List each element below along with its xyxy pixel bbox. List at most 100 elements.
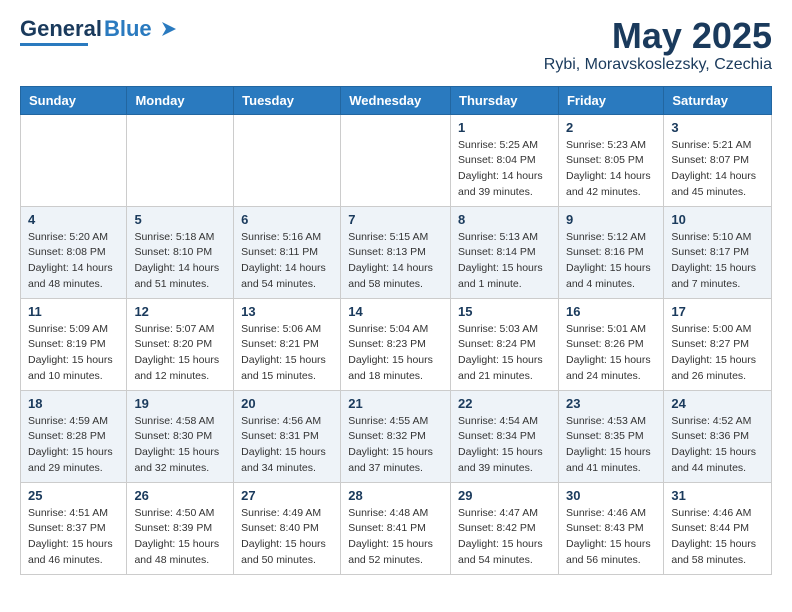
day-number: 31	[671, 488, 764, 503]
day-number: 30	[566, 488, 656, 503]
day-info: Sunrise: 4:48 AMSunset: 8:41 PMDaylight:…	[348, 506, 443, 569]
logo-bird-icon	[156, 18, 178, 40]
day-number: 9	[566, 212, 656, 227]
table-row: 25 Sunrise: 4:51 AMSunset: 8:37 PMDayligh…	[21, 482, 127, 574]
day-info: Sunrise: 5:06 AMSunset: 8:21 PMDaylight:…	[241, 322, 333, 385]
table-row: 6Sunrise: 5:16 AMSunset: 8:11 PMDaylight…	[234, 206, 341, 298]
day-info: Sunrise: 5:10 AMSunset: 8:17 PMDaylight:…	[671, 230, 764, 293]
day-info: Sunrise: 4:47 AMSunset: 8:42 PMDaylight:…	[458, 506, 551, 569]
table-row: 2 Sunrise: 5:23 AMSunset: 8:05 PMDaylight…	[558, 114, 663, 206]
day-info: Sunrise: 4:54 AMSunset: 8:34 PMDaylight:…	[458, 414, 551, 477]
table-row: 30 Sunrise: 4:46 AMSunset: 8:43 PMDayligh…	[558, 482, 663, 574]
logo-blue-text: Blue	[104, 16, 152, 42]
day-number: 16	[566, 304, 656, 319]
table-row	[234, 114, 341, 206]
table-row: 23 Sunrise: 4:53 AMSunset: 8:35 PMDayligh…	[558, 390, 663, 482]
table-row: 3Sunrise: 5:21 AMSunset: 8:07 PMDaylight…	[664, 114, 772, 206]
table-row: 15Sunrise: 5:03 AMSunset: 8:24 PMDayligh…	[451, 298, 559, 390]
day-info: Sunrise: 5:13 AMSunset: 8:14 PMDaylight:…	[458, 230, 551, 293]
table-row: 24Sunrise: 4:52 AMSunset: 8:36 PMDayligh…	[664, 390, 772, 482]
day-number: 6	[241, 212, 333, 227]
day-number: 27	[241, 488, 333, 503]
calendar-title: May 2025	[544, 16, 772, 56]
table-row: 13 Sunrise: 5:06 AMSunset: 8:21 PMDayligh…	[234, 298, 341, 390]
day-info: Sunrise: 5:25 AMSunset: 8:04 PMDaylight:…	[458, 138, 551, 201]
col-friday: Friday	[558, 86, 663, 114]
calendar-week-row: 18 Sunrise: 4:59 AMSunset: 8:28 PMDayligh…	[21, 390, 772, 482]
day-info: Sunrise: 5:04 AMSunset: 8:23 PMDaylight:…	[348, 322, 443, 385]
day-info: Sunrise: 5:12 AMSunset: 8:16 PMDaylight:…	[566, 230, 656, 293]
table-row: 19 Sunrise: 4:58 AMSunset: 8:30 PMDayligh…	[127, 390, 234, 482]
table-row: 27 Sunrise: 4:49 AMSunset: 8:40 PMDayligh…	[234, 482, 341, 574]
table-row: 12Sunrise: 5:07 AMSunset: 8:20 PMDayligh…	[127, 298, 234, 390]
day-info: Sunrise: 5:21 AMSunset: 8:07 PMDaylight:…	[671, 138, 764, 201]
table-row: 4Sunrise: 5:20 AMSunset: 8:08 PMDaylight…	[21, 206, 127, 298]
table-row: 9 Sunrise: 5:12 AMSunset: 8:16 PMDaylight…	[558, 206, 663, 298]
day-info: Sunrise: 5:09 AMSunset: 8:19 PMDaylight:…	[28, 322, 119, 385]
calendar-week-row: 25 Sunrise: 4:51 AMSunset: 8:37 PMDayligh…	[21, 482, 772, 574]
day-info: Sunrise: 4:53 AMSunset: 8:35 PMDaylight:…	[566, 414, 656, 477]
day-number: 13	[241, 304, 333, 319]
col-saturday: Saturday	[664, 86, 772, 114]
calendar-table: Sunday Monday Tuesday Wednesday Thursday…	[20, 86, 772, 575]
day-number: 25	[28, 488, 119, 503]
day-info: Sunrise: 5:01 AMSunset: 8:26 PMDaylight:…	[566, 322, 656, 385]
col-tuesday: Tuesday	[234, 86, 341, 114]
day-info: Sunrise: 5:18 AMSunset: 8:10 PMDaylight:…	[134, 230, 226, 293]
page: General Blue May 2025 Rybi, Moravskoslez…	[0, 0, 792, 591]
day-number: 19	[134, 396, 226, 411]
col-monday: Monday	[127, 86, 234, 114]
day-info: Sunrise: 5:03 AMSunset: 8:24 PMDaylight:…	[458, 322, 551, 385]
day-number: 18	[28, 396, 119, 411]
logo-underline	[20, 43, 88, 46]
day-number: 24	[671, 396, 764, 411]
table-row: 11 Sunrise: 5:09 AMSunset: 8:19 PMDayligh…	[21, 298, 127, 390]
table-row: 5 Sunrise: 5:18 AMSunset: 8:10 PMDaylight…	[127, 206, 234, 298]
calendar-week-row: 11 Sunrise: 5:09 AMSunset: 8:19 PMDayligh…	[21, 298, 772, 390]
table-row: 26Sunrise: 4:50 AMSunset: 8:39 PMDayligh…	[127, 482, 234, 574]
day-number: 23	[566, 396, 656, 411]
day-info: Sunrise: 4:58 AMSunset: 8:30 PMDaylight:…	[134, 414, 226, 477]
table-row: 28Sunrise: 4:48 AMSunset: 8:41 PMDayligh…	[341, 482, 451, 574]
calendar-header-row: Sunday Monday Tuesday Wednesday Thursday…	[21, 86, 772, 114]
day-number: 21	[348, 396, 443, 411]
col-wednesday: Wednesday	[341, 86, 451, 114]
table-row: 17Sunrise: 5:00 AMSunset: 8:27 PMDayligh…	[664, 298, 772, 390]
table-row: 10Sunrise: 5:10 AMSunset: 8:17 PMDayligh…	[664, 206, 772, 298]
table-row: 22Sunrise: 4:54 AMSunset: 8:34 PMDayligh…	[451, 390, 559, 482]
table-row: 18 Sunrise: 4:59 AMSunset: 8:28 PMDayligh…	[21, 390, 127, 482]
day-info: Sunrise: 5:23 AMSunset: 8:05 PMDaylight:…	[566, 138, 656, 201]
col-thursday: Thursday	[451, 86, 559, 114]
title-block: May 2025 Rybi, Moravskoslezsky, Czechia	[544, 16, 772, 74]
day-info: Sunrise: 5:15 AMSunset: 8:13 PMDaylight:…	[348, 230, 443, 293]
calendar-week-row: 4Sunrise: 5:20 AMSunset: 8:08 PMDaylight…	[21, 206, 772, 298]
calendar-location: Rybi, Moravskoslezsky, Czechia	[544, 56, 772, 74]
day-info: Sunrise: 4:51 AMSunset: 8:37 PMDaylight:…	[28, 506, 119, 569]
day-number: 29	[458, 488, 551, 503]
table-row	[21, 114, 127, 206]
table-row: 14Sunrise: 5:04 AMSunset: 8:23 PMDayligh…	[341, 298, 451, 390]
table-row: 21 Sunrise: 4:55 AMSunset: 8:32 PMDayligh…	[341, 390, 451, 482]
day-info: Sunrise: 5:20 AMSunset: 8:08 PMDaylight:…	[28, 230, 119, 293]
day-number: 5	[134, 212, 226, 227]
day-info: Sunrise: 4:56 AMSunset: 8:31 PMDaylight:…	[241, 414, 333, 477]
table-row: 16 Sunrise: 5:01 AMSunset: 8:26 PMDayligh…	[558, 298, 663, 390]
day-info: Sunrise: 4:46 AMSunset: 8:43 PMDaylight:…	[566, 506, 656, 569]
header: General Blue May 2025 Rybi, Moravskoslez…	[20, 16, 772, 74]
col-sunday: Sunday	[21, 86, 127, 114]
day-info: Sunrise: 5:07 AMSunset: 8:20 PMDaylight:…	[134, 322, 226, 385]
day-number: 20	[241, 396, 333, 411]
day-info: Sunrise: 4:59 AMSunset: 8:28 PMDaylight:…	[28, 414, 119, 477]
table-row: 8Sunrise: 5:13 AMSunset: 8:14 PMDaylight…	[451, 206, 559, 298]
table-row	[127, 114, 234, 206]
logo-general-text: General	[20, 16, 102, 42]
day-number: 2	[566, 120, 656, 135]
table-row: 7 Sunrise: 5:15 AMSunset: 8:13 PMDaylight…	[341, 206, 451, 298]
table-row	[341, 114, 451, 206]
day-info: Sunrise: 4:50 AMSunset: 8:39 PMDaylight:…	[134, 506, 226, 569]
table-row: 29 Sunrise: 4:47 AMSunset: 8:42 PMDayligh…	[451, 482, 559, 574]
day-info: Sunrise: 4:55 AMSunset: 8:32 PMDaylight:…	[348, 414, 443, 477]
day-number: 11	[28, 304, 119, 319]
day-info: Sunrise: 4:49 AMSunset: 8:40 PMDaylight:…	[241, 506, 333, 569]
day-number: 7	[348, 212, 443, 227]
